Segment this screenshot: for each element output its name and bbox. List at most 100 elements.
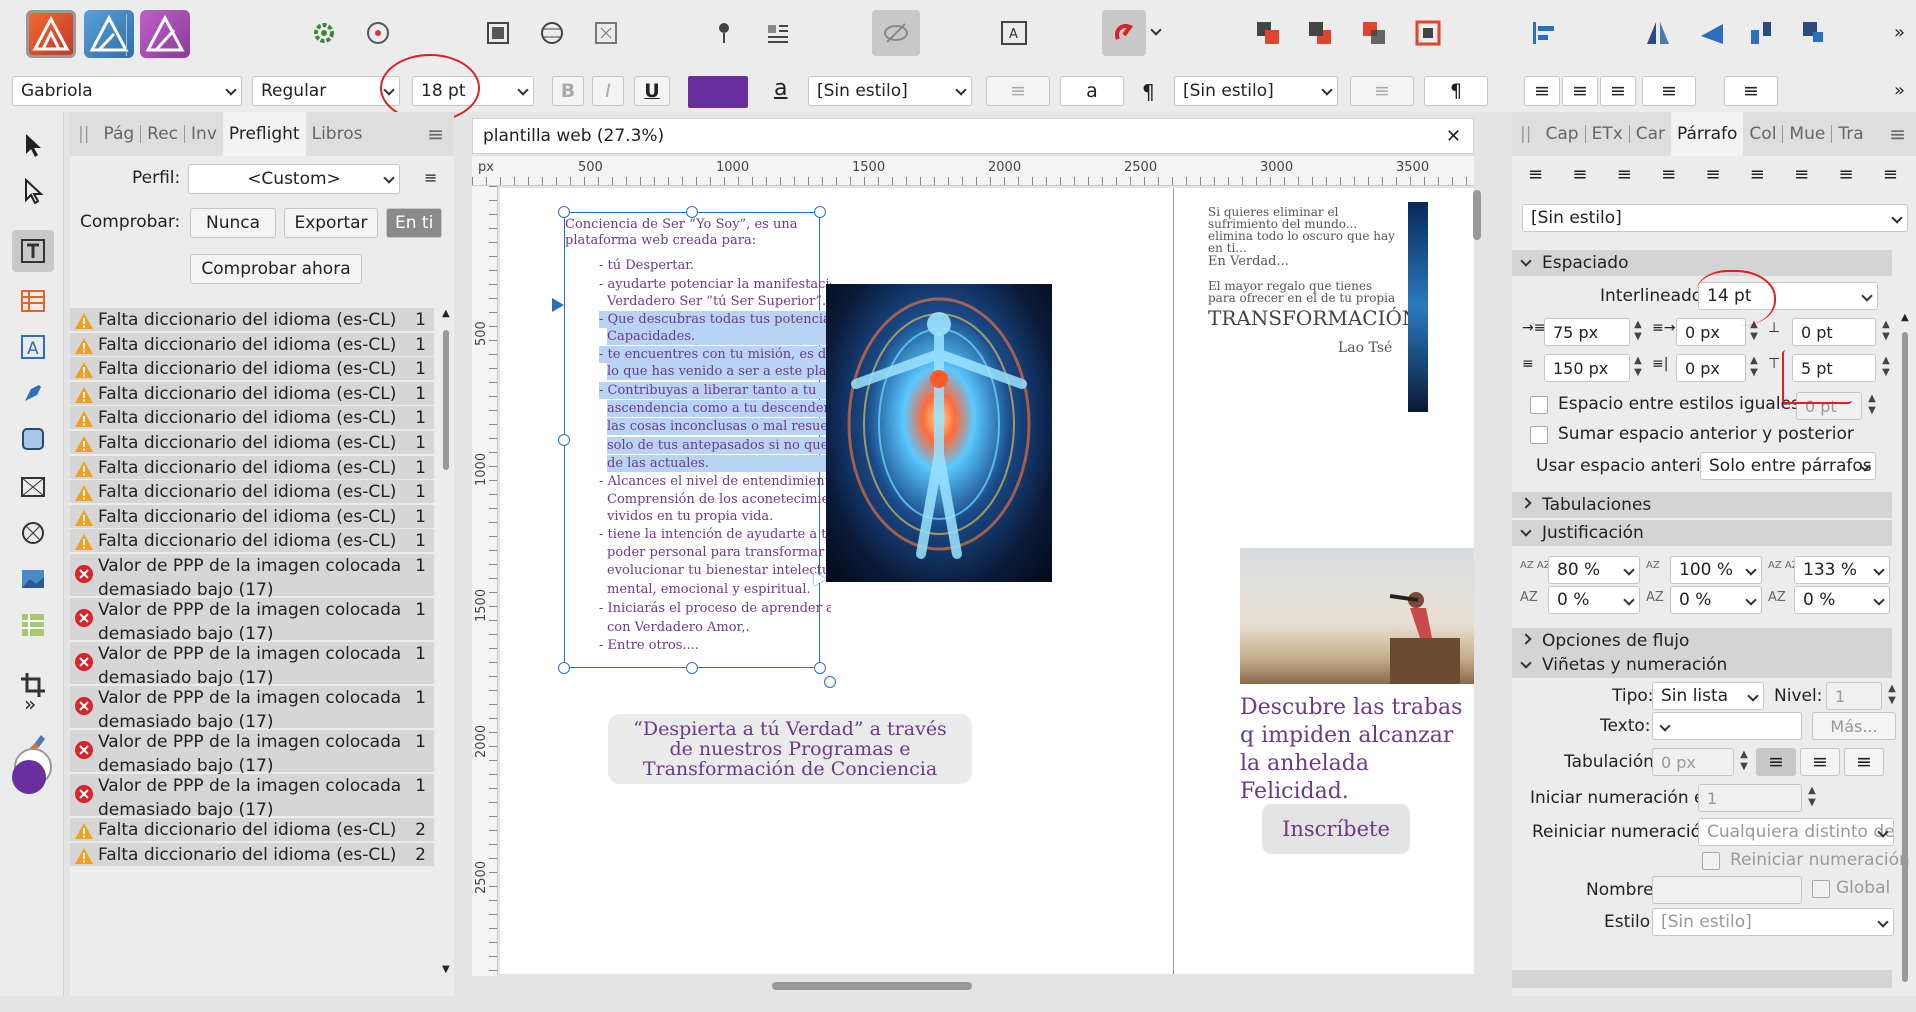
- letter-spacing-max[interactable]: 0 %: [1794, 586, 1890, 614]
- align-left-icon[interactable]: [1520, 10, 1568, 56]
- toolbar-overflow[interactable]: »: [1894, 22, 1905, 43]
- tab-text-styles[interactable]: ETx: [1586, 112, 1629, 156]
- text-wrap-icon[interactable]: [754, 10, 802, 56]
- bullets-section[interactable]: Viñetas y numeración: [1512, 652, 1892, 678]
- letter-spacing-min[interactable]: 0 %: [1548, 586, 1640, 614]
- letter-spacing-desired[interactable]: 0 %: [1670, 586, 1762, 614]
- sum-spacing-checkbox[interactable]: [1530, 426, 1548, 444]
- telescope-girl-image[interactable]: [1240, 548, 1474, 684]
- flow-options-section[interactable]: Opciones de flujo: [1512, 628, 1892, 654]
- name-field[interactable]: [1652, 876, 1802, 904]
- para-style-dropdown[interactable]: [Sin estilo]: [1174, 76, 1338, 106]
- margins-icon[interactable]: [582, 10, 630, 56]
- table-tool-icon[interactable]: [12, 280, 54, 322]
- settings-gear-icon[interactable]: [300, 10, 348, 56]
- word-spacing-min[interactable]: 80 %: [1548, 556, 1640, 584]
- preflight-item[interactable]: Falta diccionario del idioma (es-CL) 1: [70, 431, 434, 454]
- stepper-icon[interactable]: ▲ ▼: [1632, 319, 1644, 345]
- tab-books[interactable]: Libros: [306, 112, 369, 156]
- check-now-button[interactable]: Comprobar ahora: [190, 254, 362, 284]
- text-frame-icon[interactable]: A: [990, 10, 1038, 56]
- preflight-scrollbar[interactable]: ▲ ▼: [440, 308, 452, 978]
- preflight-item[interactable]: Valor de PPP de la imagen colocada demas…: [70, 730, 434, 776]
- preflight-item[interactable]: Valor de PPP de la imagen colocada demas…: [70, 554, 434, 600]
- align-towards-spine-icon[interactable]: ≡: [1839, 164, 1854, 194]
- resize-handle[interactable]: [814, 662, 826, 674]
- left-indent-field[interactable]: 75 px: [1544, 318, 1630, 346]
- stepper-icon[interactable]: ▲ ▼: [1738, 749, 1750, 775]
- list-type-dropdown[interactable]: Sin lista: [1652, 682, 1764, 710]
- stepper-icon[interactable]: ▲ ▼: [1748, 355, 1760, 381]
- tab-resources[interactable]: Rec: [141, 112, 184, 156]
- word-spacing-max[interactable]: 133 %: [1794, 556, 1890, 584]
- tab-inventory[interactable]: Inv: [185, 112, 223, 156]
- tools-overflow[interactable]: »: [24, 692, 36, 716]
- resize-handle[interactable]: [558, 434, 570, 446]
- level-field[interactable]: 1: [1826, 682, 1882, 710]
- char-glyph-button[interactable]: a: [1060, 76, 1124, 106]
- justify-left-icon[interactable]: ≡: [1661, 164, 1676, 194]
- text-flow-in-icon[interactable]: [552, 298, 564, 312]
- tab-align-center-icon[interactable]: ≡: [1800, 748, 1840, 776]
- space-before-field[interactable]: 0 pt: [1792, 318, 1876, 346]
- preflight-item[interactable]: Falta diccionario del idioma (es-CL) 1: [70, 381, 434, 405]
- stepper-icon[interactable]: ▲ ▼: [1632, 355, 1644, 381]
- document-vscrollbar[interactable]: [1472, 186, 1482, 976]
- resize-handle[interactable]: [686, 662, 698, 674]
- designer-persona-icon[interactable]: [26, 10, 76, 58]
- ellipse-frame-tool-icon[interactable]: [12, 512, 54, 554]
- preflight-item[interactable]: Falta diccionario del idioma (es-CL) 1: [70, 455, 434, 479]
- tab-swatches[interactable]: Mue: [1783, 112, 1831, 156]
- preflight-item[interactable]: Falta diccionario del idioma (es-CL) 1: [70, 529, 434, 553]
- document-tab[interactable]: plantilla web (27.3%) ✕: [472, 118, 1474, 154]
- justify-center-icon[interactable]: ≡: [1705, 164, 1720, 194]
- context-overflow[interactable]: »: [1894, 80, 1905, 101]
- transform-a-icon[interactable]: [1738, 10, 1786, 56]
- justification-section[interactable]: Justificación: [1512, 520, 1892, 546]
- restart-chk-checkbox[interactable]: [1702, 852, 1720, 870]
- arrange-front-icon[interactable]: [1244, 10, 1292, 56]
- bullet-style-dropdown[interactable]: [Sin estilo]: [1652, 908, 1894, 936]
- preflight-item[interactable]: Falta diccionario del idioma (es-CL) 1: [70, 357, 434, 381]
- same-style-checkbox[interactable]: [1530, 396, 1548, 414]
- bullet-text-dropdown[interactable]: [1652, 712, 1802, 740]
- preflight-item[interactable]: Valor de PPP de la imagen colocada demas…: [70, 598, 434, 644]
- preflight-item[interactable]: Falta diccionario del idioma (es-CL) 1: [70, 480, 434, 504]
- artistic-text-tool-icon[interactable]: A: [12, 326, 54, 368]
- table-data-tool-icon[interactable]: [12, 604, 54, 646]
- align-left-icon[interactable]: ≡: [1528, 164, 1543, 194]
- profile-menu-icon[interactable]: ≡: [424, 168, 437, 187]
- profile-dropdown[interactable]: <Custom>: [188, 164, 400, 194]
- right-indent-field[interactable]: 150 px: [1544, 354, 1630, 382]
- eye-off-icon[interactable]: [872, 10, 920, 56]
- align-right-icon[interactable]: ≡: [1617, 164, 1632, 194]
- tab-pages[interactable]: Pág: [97, 112, 140, 156]
- bleed-icon[interactable]: [528, 10, 576, 56]
- global-checkbox[interactable]: [1812, 880, 1830, 898]
- arrange-forward-icon[interactable]: [1350, 10, 1398, 56]
- font-family-dropdown[interactable]: Gabriola: [12, 76, 242, 106]
- rotate-handle[interactable]: [824, 676, 836, 688]
- tab-paragraph[interactable]: Párrafo: [1671, 112, 1744, 156]
- horizontal-ruler[interactable]: px 500 1000 1500 2000 2500 3000 3500: [472, 156, 1474, 186]
- para-style-apply-icon[interactable]: ≡: [1350, 76, 1414, 106]
- banner-box[interactable]: “Despierta a tú Verdad” a través de nues…: [608, 714, 972, 784]
- preflight-item[interactable]: Falta diccionario del idioma (es-CL) 1: [70, 406, 434, 430]
- more-section[interactable]: [1512, 970, 1892, 988]
- transform-b-icon[interactable]: [1790, 10, 1838, 56]
- picture-frame-tool-icon[interactable]: [12, 466, 54, 508]
- align-left-text-icon[interactable]: ≡: [1524, 76, 1560, 106]
- char-style-apply-icon[interactable]: ≡: [986, 76, 1050, 106]
- tab-field[interactable]: 0 px: [1652, 748, 1734, 776]
- char-style-dropdown[interactable]: [Sin estilo]: [808, 76, 972, 106]
- preview-mode-icon[interactable]: [474, 10, 522, 56]
- arrange-backward-icon[interactable]: [1404, 10, 1452, 56]
- spacing-section[interactable]: Espaciado: [1512, 250, 1892, 276]
- italic-button[interactable]: I: [592, 76, 624, 106]
- resize-handle[interactable]: [686, 206, 698, 218]
- inscribete-button[interactable]: Inscríbete: [1262, 804, 1410, 854]
- document-hscrollbar[interactable]: [472, 976, 1474, 994]
- rectangle-tool-icon[interactable]: [12, 418, 54, 460]
- preflight-item[interactable]: Falta diccionario del idioma (es-CL) 1: [70, 308, 434, 331]
- stepper-icon[interactable]: ▲ ▼: [1886, 683, 1898, 709]
